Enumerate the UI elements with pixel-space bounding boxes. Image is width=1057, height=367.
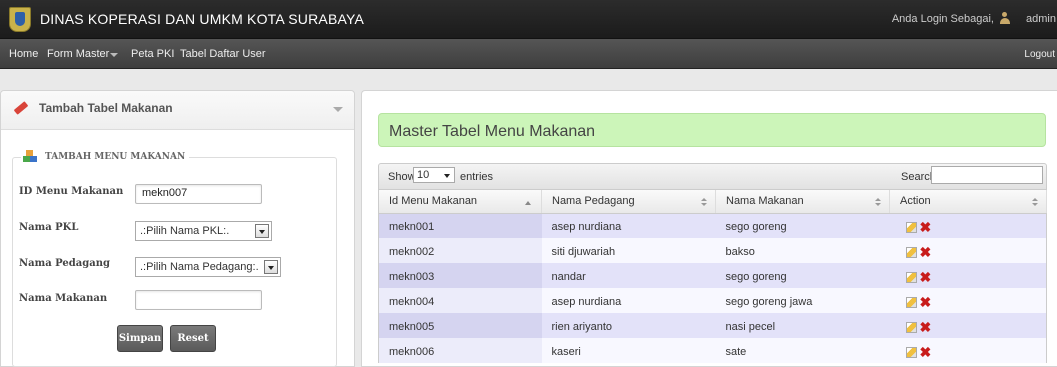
nav-bar: Home Form Master Peta PKI Tabel Daftar U… xyxy=(0,39,1057,69)
dropdown-arrow-icon[interactable] xyxy=(264,260,278,274)
delete-icon[interactable]: ✖ xyxy=(920,245,932,259)
delete-icon[interactable]: ✖ xyxy=(920,320,932,334)
cell-id: mekn002 xyxy=(378,238,542,263)
sort-ascending-icon xyxy=(525,201,531,205)
id-menu-input[interactable]: mekn007 xyxy=(135,184,262,204)
entries-label: entries xyxy=(460,171,494,183)
cell-id: mekn003 xyxy=(378,263,542,288)
sort-icon xyxy=(875,198,881,207)
pencil-icon xyxy=(13,101,29,115)
simpan-button[interactable]: Simpan xyxy=(117,325,163,352)
column-header-id[interactable]: Id Menu Makanan xyxy=(378,190,542,214)
delete-icon[interactable]: ✖ xyxy=(920,270,932,284)
nama-makanan-input[interactable] xyxy=(135,290,262,310)
delete-icon[interactable]: ✖ xyxy=(920,295,932,309)
delete-icon[interactable]: ✖ xyxy=(920,220,932,234)
reset-button[interactable]: Reset xyxy=(170,325,216,352)
edit-icon[interactable] xyxy=(905,346,917,358)
edit-icon[interactable] xyxy=(905,271,917,283)
sort-icon xyxy=(1032,198,1038,207)
table-row: mekn006 kaseri sate ✖ xyxy=(378,338,1047,363)
nav-home[interactable]: Home xyxy=(9,48,38,60)
entries-length-select[interactable]: 10 xyxy=(413,167,455,183)
blocks-icon xyxy=(23,150,37,163)
cell-pedagang: nandar xyxy=(541,263,716,288)
sort-icon xyxy=(701,198,707,207)
cell-pedagang: asep nurdiana xyxy=(541,213,716,238)
nav-form-master[interactable]: Form Master xyxy=(47,48,109,60)
cell-id: mekn005 xyxy=(378,313,542,338)
edit-icon[interactable] xyxy=(905,221,917,233)
login-status-text: Anda Login Sebagai, xyxy=(891,13,994,25)
cell-id: mekn004 xyxy=(378,288,542,313)
column-header-makanan[interactable]: Nama Makanan xyxy=(715,190,890,214)
cell-action: ✖ xyxy=(889,288,1047,313)
cell-makanan: nasi pecel xyxy=(715,313,890,338)
dropdown-arrow-icon[interactable] xyxy=(255,224,269,238)
collapse-icon[interactable] xyxy=(333,107,343,112)
panel-header: Tambah Tabel Makanan xyxy=(1,91,354,130)
app-title: DINAS KOPERASI DAN UMKM KOTA SURABAYA xyxy=(40,11,365,27)
cell-id: mekn006 xyxy=(378,338,542,363)
id-menu-label: ID Menu Makanan xyxy=(19,186,124,197)
nav-peta-pkl[interactable]: Peta PKI xyxy=(131,48,174,60)
panel-title: Tambah Tabel Makanan xyxy=(39,101,173,115)
cell-pedagang: rien ariyanto xyxy=(541,313,716,338)
page-title: Master Tabel Menu Makanan xyxy=(378,113,1046,147)
cell-pedagang: asep nurdiana xyxy=(541,288,716,313)
nama-pedagang-select[interactable]: .:Pilih Nama Pedagang:. xyxy=(135,257,281,277)
table-row: mekn005 rien ariyanto nasi pecel ✖ xyxy=(378,313,1047,338)
table-row: mekn002 siti djuwariah bakso ✖ xyxy=(378,238,1047,263)
nama-makanan-label: Nama Makanan xyxy=(19,293,108,304)
cell-id: mekn001 xyxy=(378,213,542,238)
cell-makanan: sego goreng jawa xyxy=(715,288,890,313)
cell-makanan: bakso xyxy=(715,238,890,263)
food-menu-table: Id Menu Makanan Nama Pedagang Nama Makan… xyxy=(378,190,1047,363)
cell-pedagang: siti djuwariah xyxy=(541,238,716,263)
user-icon xyxy=(1000,12,1010,24)
surabaya-logo-icon xyxy=(9,7,31,32)
column-header-pedagang[interactable]: Nama Pedagang xyxy=(541,190,716,214)
show-label: Show xyxy=(388,171,416,183)
search-input[interactable] xyxy=(931,166,1043,184)
edit-icon[interactable] xyxy=(905,246,917,258)
delete-icon[interactable]: ✖ xyxy=(920,345,932,359)
cell-makanan: sate xyxy=(715,338,890,363)
nav-tabel-daftar-user[interactable]: Tabel Daftar User xyxy=(180,48,266,60)
nama-pkl-select[interactable]: .:Pilih Nama PKL:. xyxy=(135,221,272,241)
edit-icon[interactable] xyxy=(905,296,917,308)
fieldset-legend: TAMBAH MENU MAKANAN xyxy=(21,149,190,165)
table-header-row: Id Menu Makanan Nama Pedagang Nama Makan… xyxy=(378,190,1047,214)
username-link[interactable]: admin xyxy=(1026,13,1056,25)
cell-action: ✖ xyxy=(889,313,1047,338)
cell-action: ✖ xyxy=(889,338,1047,363)
column-header-action[interactable]: Action xyxy=(889,190,1047,214)
table-row: mekn001 asep nurdiana sego goreng ✖ xyxy=(378,213,1047,238)
cell-pedagang: kaseri xyxy=(541,338,716,363)
table-row: mekn003 nandar sego goreng ✖ xyxy=(378,263,1047,288)
nama-pedagang-label: Nama Pedagang xyxy=(19,258,110,269)
logout-link[interactable]: Logout xyxy=(1024,49,1055,60)
cell-action: ✖ xyxy=(889,213,1047,238)
cell-action: ✖ xyxy=(889,263,1047,288)
cell-makanan: sego goreng xyxy=(715,213,890,238)
table-row: mekn004 asep nurdiana sego goreng jawa ✖ xyxy=(378,288,1047,313)
top-bar: DINAS KOPERASI DAN UMKM KOTA SURABAYA An… xyxy=(0,0,1057,39)
edit-icon[interactable] xyxy=(905,321,917,333)
nama-pkl-label: Nama PKL xyxy=(19,222,79,233)
cell-makanan: sego goreng xyxy=(715,263,890,288)
cell-action: ✖ xyxy=(889,238,1047,263)
chevron-down-icon[interactable] xyxy=(110,53,118,57)
